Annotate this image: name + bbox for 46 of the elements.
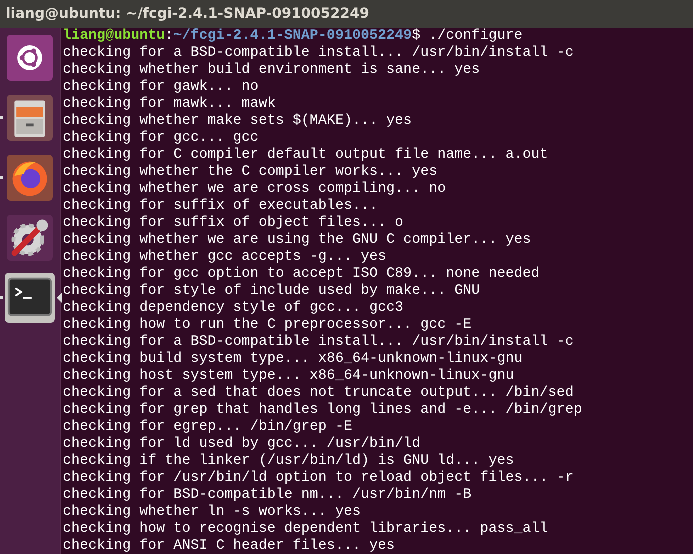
prompt-symbol: $ xyxy=(412,28,421,44)
output-line: checking for gawk... no xyxy=(63,79,260,96)
output-line: checking for grep that handles long lines and -e... /bin/grep xyxy=(63,402,584,419)
fox-globe-icon xyxy=(7,155,53,201)
output-line: checking host system type... x86_64-unknown-linux-gnu xyxy=(63,368,516,385)
output-line: checking for /usr/bin/ld option to reload object files... -r xyxy=(63,470,575,487)
command-text: ./configure xyxy=(429,28,523,44)
output-line: checking for ANSI C header files... yes xyxy=(63,538,396,554)
output-line: checking for suffix of object files... o xyxy=(63,215,405,232)
output-line: checking whether we are cross compiling... no xyxy=(63,181,448,198)
output-line: checking dependency style of gcc... gcc3 xyxy=(63,300,405,317)
output-line: checking how to run the C preprocessor... gcc -E xyxy=(63,317,473,334)
output-line: checking for gcc... gcc xyxy=(63,130,260,147)
launcher-item[interactable] xyxy=(5,213,55,263)
output-line: checking how to recognise dependent libraries... pass_all xyxy=(63,521,550,538)
output-line: checking for a sed that does not truncate output... /bin/sed xyxy=(63,385,575,402)
output-line: checking whether the C compiler works... yes xyxy=(63,164,439,181)
output-line: checking whether gcc accepts -g... yes xyxy=(63,249,388,266)
active-indicator xyxy=(57,293,62,303)
output-line: checking for BSD-compatible nm... /usr/bin/nm -B xyxy=(63,487,473,504)
launcher-item[interactable] xyxy=(5,93,55,143)
window-title: liang@ubuntu: ~/fcgi-2.4.1-SNAP-0910052249 xyxy=(6,6,370,22)
output-line: checking for egrep... /bin/grep -E xyxy=(63,419,354,436)
output-line: checking if the linker (/usr/bin/ld) is GNU ld... yes xyxy=(63,453,516,470)
circle-logo-icon xyxy=(7,35,53,81)
prompt-path: ~/fcgi-2.4.1-SNAP-0910052249 xyxy=(174,28,412,44)
output-line: checking whether ln -s works... yes xyxy=(63,504,362,521)
output-line: checking for a BSD-compatible install... /usr/bin/install -c xyxy=(63,45,575,62)
gear-wrench-icon xyxy=(7,215,53,261)
output-line: checking for style of include used by make... GNU xyxy=(63,283,482,300)
prompt-user: liang@ubuntu xyxy=(63,28,166,44)
output-line: checking for suffix of executables... xyxy=(63,198,380,215)
output-line: checking build system type... x86_64-unknown-linux-gnu xyxy=(63,351,524,368)
output-line: checking whether make sets $(MAKE)... yes xyxy=(63,113,414,130)
prompt-separator: : xyxy=(165,28,174,44)
output-line: checking whether build environment is sane... yes xyxy=(63,62,482,79)
output-line: checking for C compiler default output file name... a.out xyxy=(63,147,550,164)
launcher-item[interactable] xyxy=(5,273,55,323)
output-line: checking for mawk... mawk xyxy=(63,96,277,113)
output-line: checking for ld used by gcc... /usr/bin/ld xyxy=(63,436,422,453)
output-line: checking for gcc option to accept ISO C89... none needed xyxy=(63,266,541,283)
output-line: checking whether we are using the GNU C compiler... yes xyxy=(63,232,532,249)
launcher-item[interactable] xyxy=(5,153,55,203)
output-line: checking for a BSD-compatible install... /usr/bin/install -c xyxy=(63,334,575,351)
file-cabinet-icon xyxy=(7,95,53,141)
launcher-item[interactable] xyxy=(5,33,55,83)
